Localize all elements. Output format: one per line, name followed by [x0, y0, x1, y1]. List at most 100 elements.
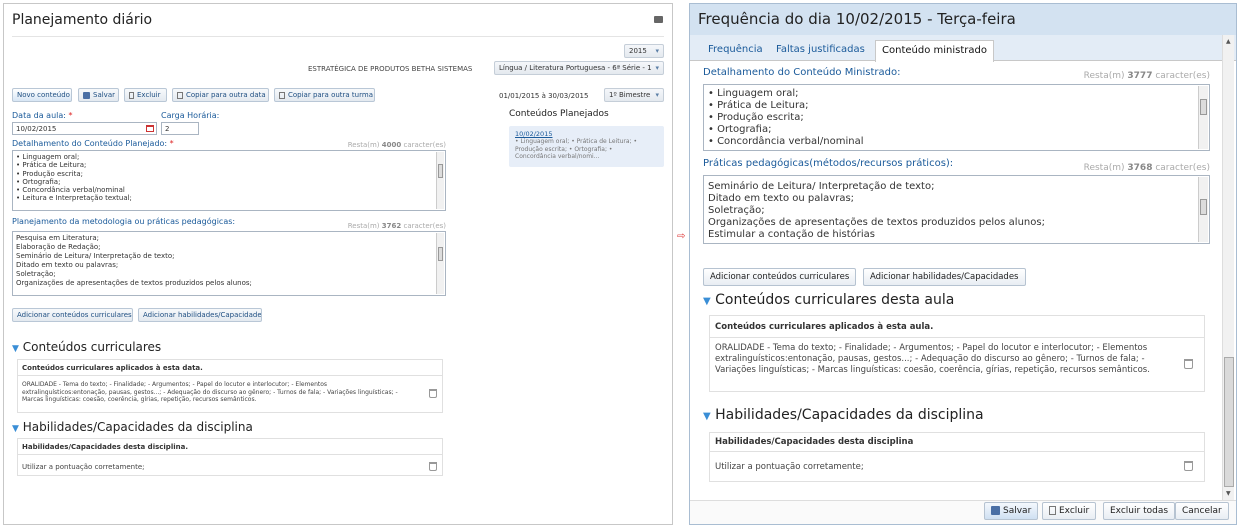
add-curricular-button[interactable]: Adicionar conteúdos curriculares	[12, 308, 133, 322]
copy-to-class-button[interactable]: Copiar para outra turma	[274, 88, 375, 102]
textarea-line: • Prática de Leitura;	[16, 161, 87, 170]
scroll-up-arrow[interactable]: ▲	[1226, 38, 1231, 45]
scrollbar-thumb[interactable]	[1200, 99, 1207, 115]
scrollbar[interactable]	[1198, 86, 1208, 149]
trash-icon[interactable]	[429, 389, 437, 398]
class-date-input[interactable]: 10/02/2015	[12, 122, 157, 135]
curricular-table-row: ORALIDADE - Tema do texto; - Finalidade;…	[22, 381, 398, 403]
skills-section-title[interactable]: ▼ Habilidades/Capacidades da disciplina	[703, 407, 984, 423]
methodology-textarea[interactable]: Pesquisa em Literatura; Elaboração de Re…	[12, 231, 446, 296]
copy-icon	[177, 91, 183, 99]
skills-section-text: Habilidades/Capacidades da disciplina	[715, 407, 984, 423]
detail-label: Detalhamento do Conteúdo Planejado: *	[12, 139, 174, 148]
scrollbar[interactable]	[436, 233, 444, 294]
textarea-line: Organizações de apresentações de textos …	[16, 279, 252, 287]
save-button[interactable]: Salvar	[78, 88, 119, 102]
scrollbar-thumb[interactable]	[1200, 199, 1207, 215]
trash-icon[interactable]	[1184, 461, 1193, 471]
count-number: 3768	[1127, 163, 1153, 173]
tab-taught-content[interactable]: Conteúdo ministrado	[875, 40, 994, 62]
dialog-scrollbar[interactable]: ▲ ▼	[1222, 35, 1234, 500]
delete-all-button[interactable]: Excluir todas	[1103, 502, 1176, 520]
textarea-line: • Produção escrita;	[708, 112, 804, 123]
textarea-line: • Concordância verbal/nominal	[708, 136, 864, 147]
add-skills-button[interactable]: Adicionar habilidades/Capacidades	[138, 308, 262, 322]
textarea-line: • Ortografia;	[16, 177, 61, 186]
taught-detail-label: Detalhamento do Conteúdo Ministrado:	[703, 67, 901, 78]
planned-content-date[interactable]: 10/02/2015	[515, 130, 552, 138]
floppy-disk-icon	[991, 506, 1000, 515]
bimester-select[interactable]: 1º Bimestre	[604, 88, 664, 102]
copy-to-date-button[interactable]: Copiar para outra data	[172, 88, 269, 102]
calendar-icon[interactable]	[146, 125, 154, 132]
collapse-triangle-icon: ▼	[703, 296, 711, 307]
planning-panel: Planejamento diário 2015 ESTRATÉGICA DE …	[3, 3, 673, 525]
scrollbar[interactable]	[1198, 177, 1208, 242]
count-suffix: caracter(es)	[403, 141, 447, 149]
curricular-section-title[interactable]: ▼ Conteúdos curriculares	[12, 340, 161, 354]
textarea-line: Soletração;	[16, 270, 56, 278]
textarea-line: Seminário de Leitura/ Interpretação de t…	[708, 181, 935, 192]
skills-table-row: Utilizar a pontuação corretamente;	[22, 463, 145, 471]
count-prefix: Resta(m)	[347, 222, 380, 230]
curricular-table-header: Conteúdos curriculares aplicados à esta …	[22, 364, 203, 372]
delete-button[interactable]: Excluir	[1042, 502, 1097, 520]
copy-icon	[279, 91, 285, 99]
save-button[interactable]: Salvar	[984, 502, 1039, 520]
textarea-line: • Produção escrita;	[16, 169, 84, 178]
practices-label: Práticas pedagógicas(métodos/recursos pr…	[703, 158, 954, 169]
scroll-down-arrow[interactable]: ▼	[1226, 490, 1231, 497]
textarea-line: • Leitura e Interpretação textual;	[16, 194, 132, 203]
year-select[interactable]: 2015	[624, 44, 664, 58]
curricular-section-title[interactable]: ▼ Conteúdos curriculares desta aula	[703, 292, 954, 308]
class-date-label: Data da aula: *	[12, 111, 73, 120]
discipline-select[interactable]: Língua / Literatura Portuguesa - 6ª Séri…	[494, 61, 664, 75]
table-divider	[710, 451, 1204, 452]
textarea-line: Ditado em texto ou palavras;	[16, 261, 119, 269]
scrollbar-thumb[interactable]	[438, 164, 443, 178]
count-number: 3762	[381, 222, 402, 230]
textarea-line: • Linguagem oral;	[708, 88, 799, 99]
cancel-button[interactable]: Cancelar	[1175, 502, 1229, 520]
new-content-button[interactable]: Novo conteúdo	[12, 88, 72, 102]
taught-detail-textarea[interactable]: • Linguagem oral; • Prática de Leitura; …	[703, 84, 1210, 151]
skills-table: Habilidades/Capacidades desta disciplina…	[709, 432, 1205, 482]
arrow-right-icon: ⇨	[677, 231, 686, 242]
skills-section-title[interactable]: ▼ Habilidades/Capacidades da disciplina	[12, 420, 253, 434]
skills-table: Habilidades/Capacidades desta disciplina…	[17, 438, 443, 476]
add-skills-button[interactable]: Adicionar habilidades/Capacidades	[863, 268, 1026, 286]
detail-textarea[interactable]: • Linguagem oral; • Prática de Leitura; …	[12, 150, 446, 211]
textarea-line: Seminário de Leitura/ Interpretação de t…	[16, 252, 175, 260]
trash-icon[interactable]	[1184, 359, 1193, 369]
printer-icon[interactable]	[654, 16, 663, 23]
dialog-title: Frequência do dia 10/02/2015 - Terça-fei…	[698, 10, 1016, 28]
delete-button[interactable]: Excluir	[124, 88, 167, 102]
load-input[interactable]: 2	[161, 122, 199, 135]
collapse-triangle-icon: ▼	[703, 411, 711, 422]
copy-to-class-label: Copiar para outra turma	[288, 91, 373, 99]
skills-table-header: Habilidades/Capacidades desta disciplina…	[22, 443, 188, 451]
practices-textarea[interactable]: Seminário de Leitura/ Interpretação de t…	[703, 175, 1210, 244]
collapse-triangle-icon: ▼	[12, 424, 19, 434]
trash-icon[interactable]	[429, 462, 437, 471]
title-divider	[12, 36, 664, 37]
scrollbar-thumb[interactable]	[1224, 357, 1234, 487]
scrollbar-thumb[interactable]	[438, 247, 443, 261]
tab-frequency[interactable]: Frequência	[702, 40, 769, 61]
collapse-triangle-icon: ▼	[12, 344, 19, 354]
textarea-line: Ditado em texto ou palavras;	[708, 193, 855, 204]
planned-content-card[interactable]: 10/02/2015 • Linguagem oral; • Prática d…	[509, 126, 664, 167]
count-prefix: Resta(m)	[1083, 71, 1125, 81]
table-divider	[710, 337, 1204, 338]
load-value: 2	[165, 125, 170, 133]
detail-char-count: Resta(m) 4000 caracter(es)	[304, 141, 446, 149]
detail-label-text: Detalhamento do Conteúdo Planejado:	[12, 139, 168, 148]
textarea-line: • Linguagem oral;	[16, 153, 80, 161]
tab-justified-absences[interactable]: Faltas justificadas	[770, 40, 871, 61]
add-curricular-button[interactable]: Adicionar conteúdos curriculares	[703, 268, 857, 286]
count-prefix: Resta(m)	[347, 141, 380, 149]
required-mark: *	[169, 139, 174, 148]
scrollbar[interactable]	[436, 152, 444, 209]
count-suffix: caracter(es)	[1155, 163, 1210, 173]
save-button-label: Salvar	[1003, 506, 1032, 516]
